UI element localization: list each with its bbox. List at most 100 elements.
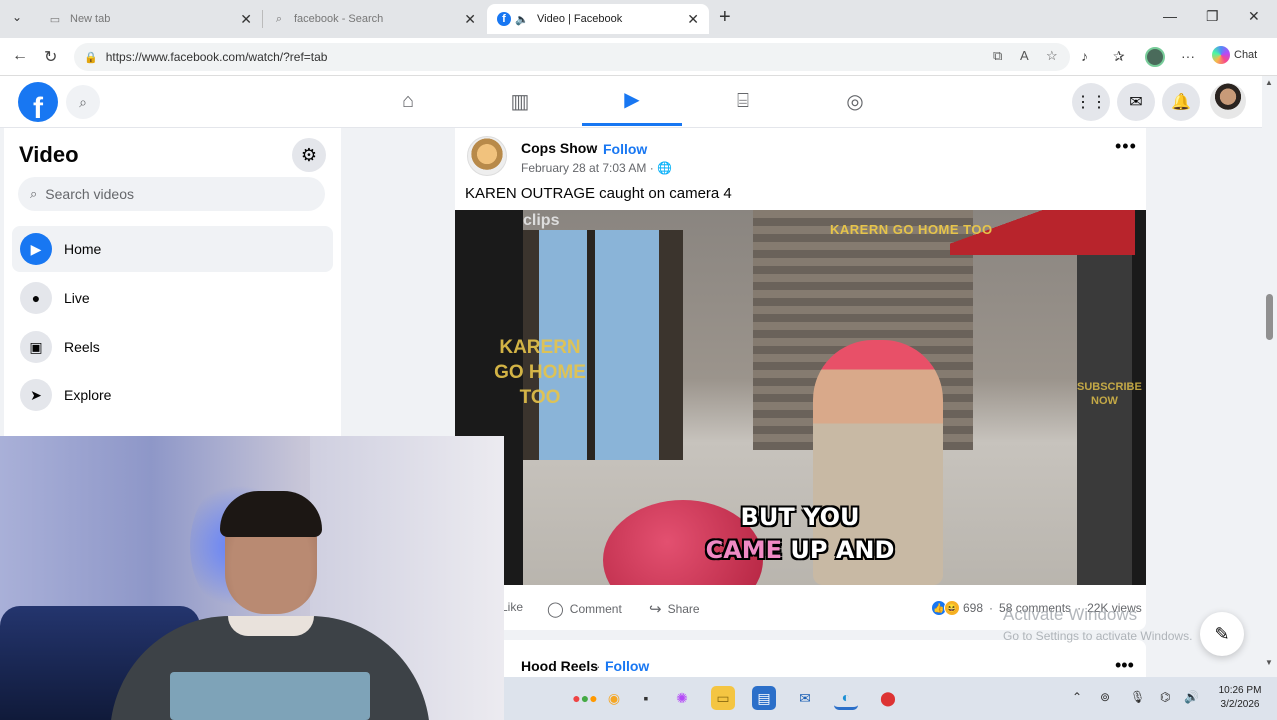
reels-icon: ▣: [20, 331, 52, 363]
close-window-icon[interactable]: ✕: [1248, 8, 1260, 25]
url-field[interactable]: 🔒 https://www.facebook.com/watch/?ref=ta…: [74, 43, 1070, 71]
like-button[interactable]: Like: [501, 600, 523, 614]
profile-avatar[interactable]: [1210, 83, 1246, 119]
post-more-options[interactable]: •••: [1115, 136, 1137, 157]
new-tab-plus-icon[interactable]: +: [719, 6, 731, 29]
back-arrow-icon[interactable]: ←: [12, 47, 28, 65]
wifi-icon[interactable]: ⌬: [1160, 690, 1170, 704]
speaker-icon[interactable]: 🔈: [515, 12, 529, 26]
scroll-down-icon[interactable]: ▼: [1265, 658, 1273, 667]
store-icon[interactable]: ▤: [752, 686, 776, 710]
sidebar-item-reels[interactable]: ▣ Reels: [12, 324, 333, 370]
video-tag-left: KARERN GO HOME TOO: [494, 337, 586, 408]
tab-video-facebook[interactable]: f 🔈 Video | Facebook ✕: [487, 4, 709, 34]
chrome-icon[interactable]: ⬤: [876, 686, 900, 710]
new-message-button[interactable]: ✎: [1200, 612, 1244, 656]
show-hidden-icons-icon[interactable]: ⌃: [1072, 690, 1082, 704]
messenger-icon: ✉: [1129, 94, 1143, 111]
microphone-icon[interactable]: 🎙: [1130, 690, 1145, 704]
scroll-up-icon[interactable]: ▲: [1265, 78, 1273, 87]
share-button[interactable]: ↪ Share: [649, 600, 700, 618]
like-label: Like: [501, 600, 524, 614]
activate-windows-watermark: Activate Windows Go to Settings to activ…: [1003, 605, 1192, 643]
read-aloud-icon[interactable]: A: [1020, 48, 1029, 63]
sidebar-title: Video: [19, 142, 79, 167]
sidebar-item-label: Home: [64, 241, 102, 257]
browser-profile-avatar[interactable]: [1145, 47, 1165, 67]
sidebar-item-explore[interactable]: ➤ Explore: [12, 372, 333, 418]
explore-icon: ➤: [20, 379, 52, 411]
network-icon[interactable]: ⊚: [1100, 690, 1110, 704]
page-scrollbar[interactable]: ▲ ▼: [1262, 76, 1277, 676]
groups-icon: ◎: [846, 90, 864, 113]
facebook-top-nav: f ⌕ ⌂ ▥ ▶ ⌸ ◎ ⋮⋮ ✉ 🔔: [0, 76, 1262, 128]
volume-icon[interactable]: 🔊: [1184, 690, 1199, 704]
video-subtitle-line1: BUT YOU: [740, 503, 860, 531]
nav-tab-marketplace[interactable]: ⌸: [693, 76, 793, 126]
video-icon: ▶: [624, 89, 640, 111]
facebook-logo[interactable]: f: [18, 82, 58, 122]
copilot-label: Chat: [1234, 49, 1258, 61]
follow-button[interactable]: Follow: [603, 141, 647, 157]
post-author-avatar[interactable]: [467, 136, 507, 176]
comment-button[interactable]: ◯ Comment: [547, 600, 622, 618]
lock-icon: 🔒: [84, 51, 98, 64]
copilot-icon: [1212, 46, 1230, 64]
sidebar-item-live[interactable]: ● Live: [12, 275, 333, 321]
feed-post: Cops Show · Follow February 28 at 7:03 A…: [455, 128, 1146, 630]
clock-date: 3/2/2026: [1220, 699, 1260, 710]
post-author-name[interactable]: Hood Reels: [521, 658, 598, 674]
favorites-icon[interactable]: ✰: [1113, 48, 1125, 65]
open-in-app-icon[interactable]: ⧉: [993, 48, 1002, 64]
extensions-icon[interactable]: ♪: [1081, 48, 1088, 64]
follow-button[interactable]: Follow: [605, 658, 649, 674]
copilot-chat-button[interactable]: Chat: [1212, 46, 1257, 64]
tab-actions-chevron-icon[interactable]: ⌄: [12, 10, 22, 24]
tab-facebook-search[interactable]: ⌕ facebook - Search ✕: [262, 4, 486, 34]
tab-new-tab[interactable]: ▭ New tab ✕: [38, 4, 262, 34]
sidebar-item-home[interactable]: ▶ Home: [12, 226, 333, 272]
close-tab-icon[interactable]: ✕: [464, 11, 476, 28]
close-tab-icon[interactable]: ✕: [687, 11, 699, 28]
favorite-star-icon[interactable]: ☆: [1046, 48, 1058, 64]
reactions-icons: 👍 😆: [931, 600, 960, 616]
reload-icon[interactable]: ↻: [44, 47, 57, 67]
video-home-icon: ▶: [20, 233, 52, 265]
copilot-taskbar-icon[interactable]: ✺: [670, 686, 694, 710]
search-placeholder: Search videos: [45, 186, 134, 202]
video-tag-top: KARERN GO HOME TOO: [830, 222, 993, 237]
widgets-icon[interactable]: ● ● ●: [570, 686, 600, 710]
settings-more-icon[interactable]: ···: [1181, 48, 1195, 64]
facebook-search-button[interactable]: ⌕: [66, 85, 100, 119]
menu-grid-icon: ⋮⋮: [1075, 94, 1107, 111]
nav-tab-groups[interactable]: ◎: [805, 76, 905, 126]
separator-dot: ·: [596, 658, 601, 674]
outlook-icon[interactable]: ✉: [793, 686, 817, 710]
close-tab-icon[interactable]: ✕: [240, 11, 252, 28]
menu-button[interactable]: ⋮⋮: [1072, 83, 1110, 121]
post-author-name[interactable]: Cops Show: [521, 140, 597, 156]
edge-icon[interactable]: ◐: [834, 686, 858, 710]
video-settings-button[interactable]: ⚙: [292, 138, 326, 172]
task-view-icon[interactable]: ▪: [634, 686, 658, 710]
taskbar-app-icon[interactable]: ◉: [602, 686, 626, 710]
search-videos-input[interactable]: ⌕ Search videos: [18, 177, 325, 211]
nav-tab-dashboard[interactable]: ▥: [470, 76, 570, 126]
separator-dot: ·: [989, 601, 994, 615]
nav-tab-home[interactable]: ⌂: [358, 76, 458, 126]
file-explorer-icon[interactable]: ▭: [711, 686, 735, 710]
notifications-button[interactable]: 🔔: [1162, 83, 1200, 121]
video-player[interactable]: clips KARERN GO HOME TOO KARERN GO HOME …: [455, 210, 1146, 585]
messenger-button[interactable]: ✉: [1117, 83, 1155, 121]
taskbar-clock[interactable]: 10:26 PM 3/2/2026: [1210, 684, 1270, 712]
restore-icon[interactable]: ❐: [1206, 8, 1219, 25]
tab-title: Video | Facebook: [537, 13, 623, 25]
marketplace-icon: ⌸: [737, 89, 749, 112]
scroll-thumb[interactable]: [1266, 294, 1273, 340]
post-date[interactable]: February 28 at 7:03 AM · 🌐: [521, 161, 672, 175]
url-text: https://www.facebook.com/watch/?ref=tab: [105, 50, 328, 64]
nav-tab-video[interactable]: ▶: [582, 76, 682, 126]
minimize-icon[interactable]: —: [1163, 8, 1177, 24]
video-subscribe-tag: SUBSCRIBE NOW: [1077, 381, 1142, 407]
post-more-options[interactable]: •••: [1115, 655, 1134, 676]
